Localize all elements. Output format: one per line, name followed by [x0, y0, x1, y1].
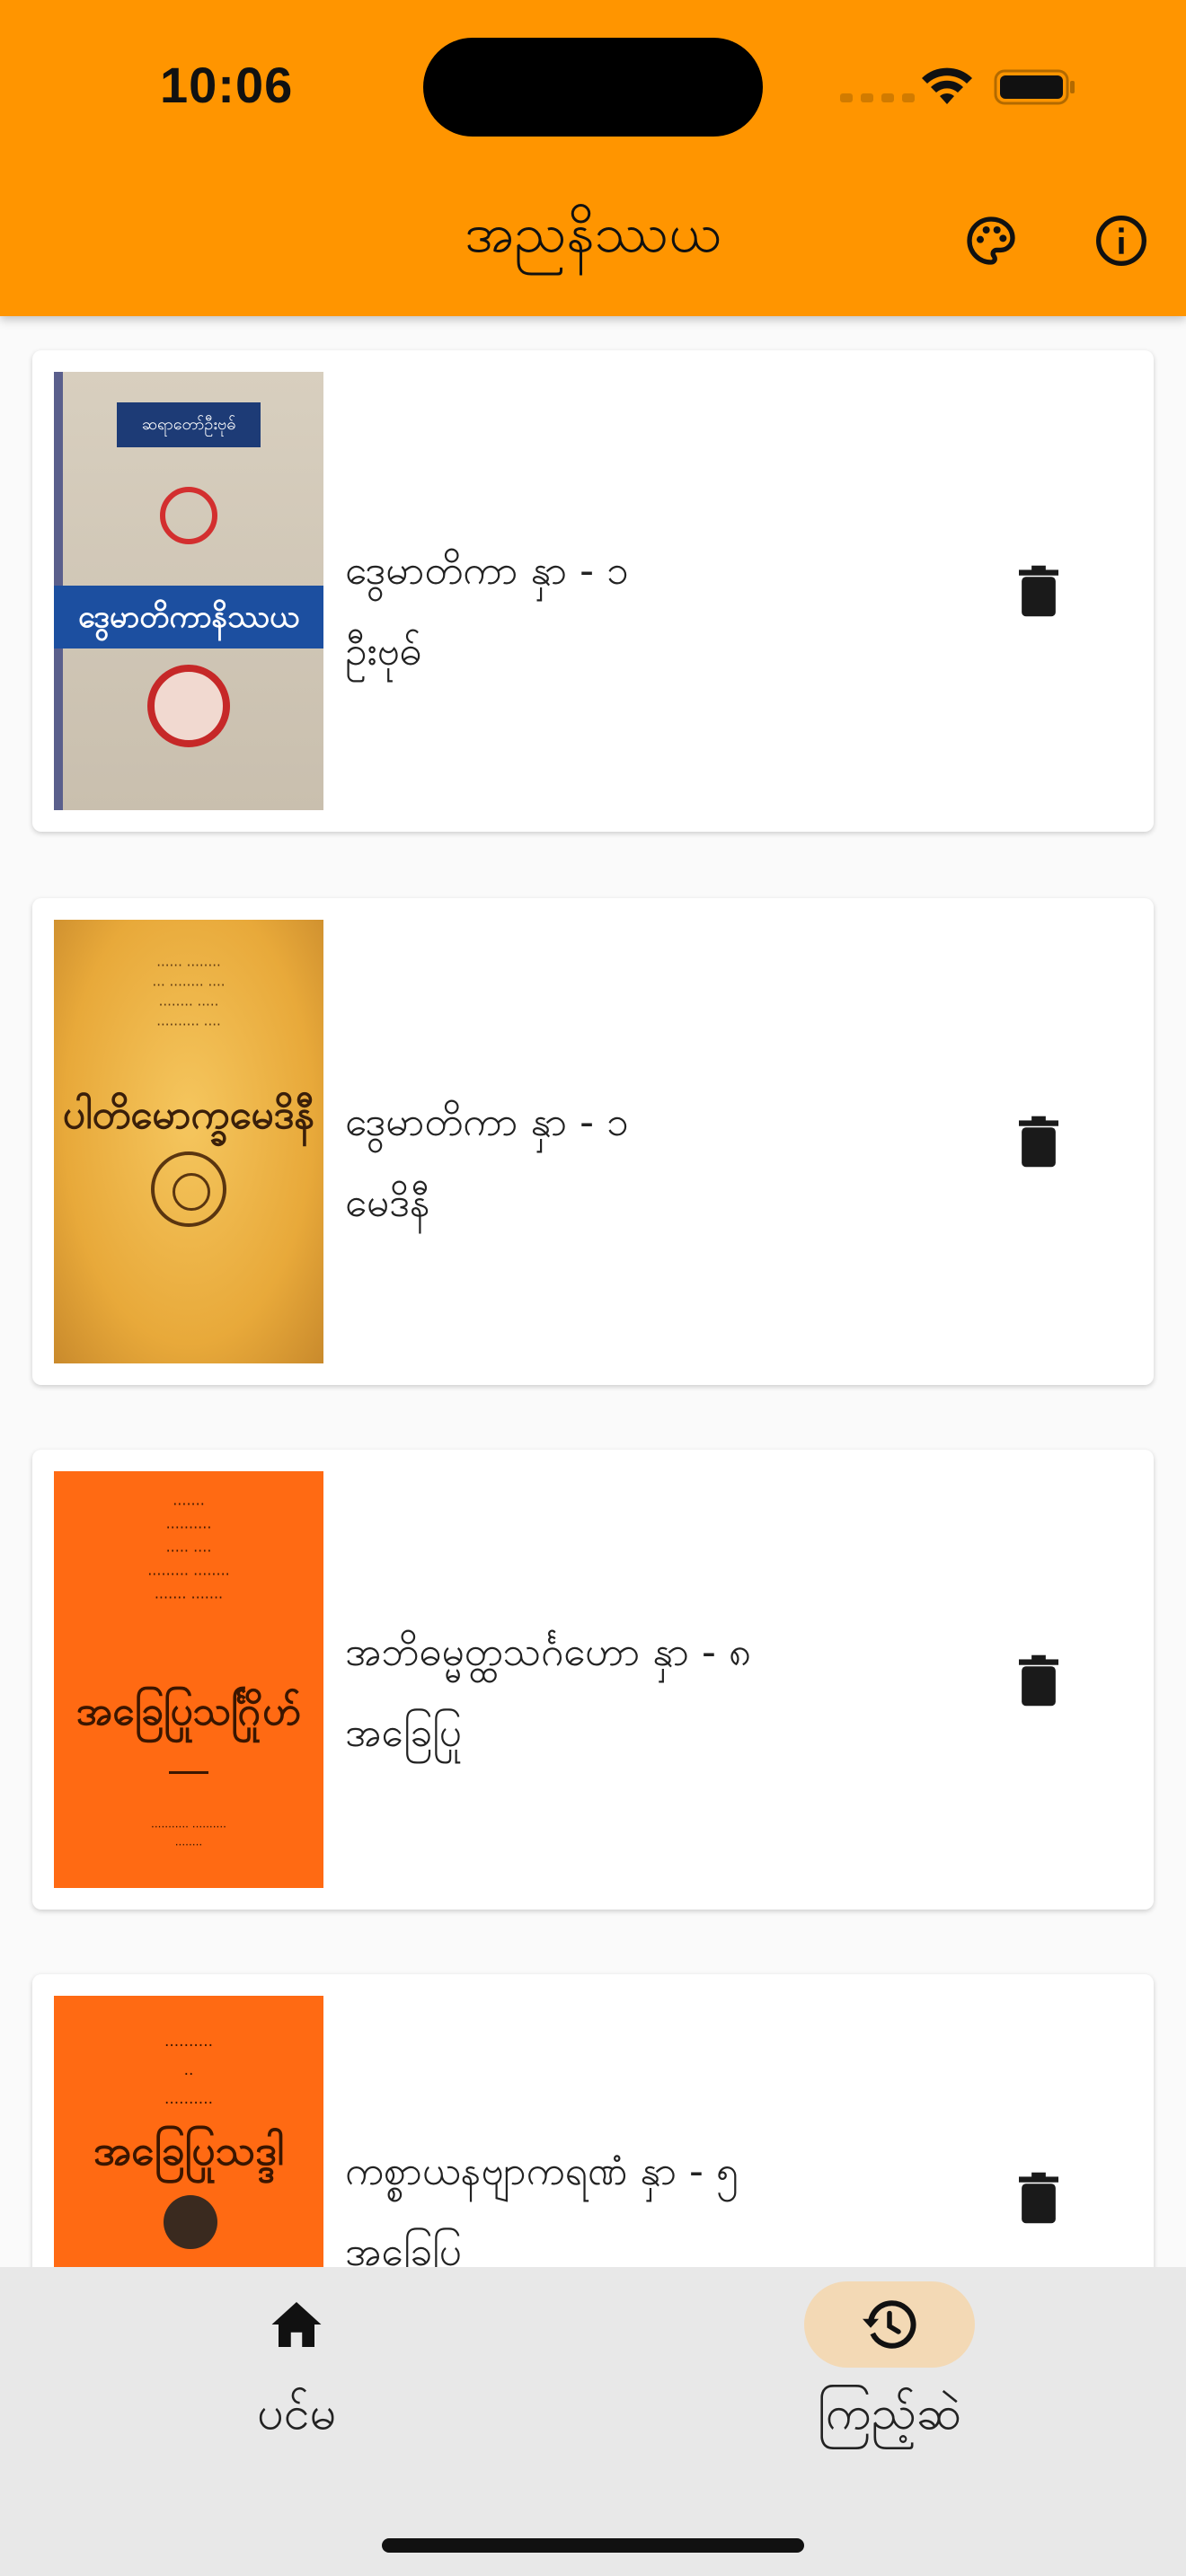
delete-button[interactable] — [1013, 1651, 1064, 1710]
theme-palette-button[interactable] — [959, 208, 1023, 273]
nav-home-icon-container — [211, 2281, 382, 2368]
signal-icon — [840, 93, 915, 102]
palette-icon — [967, 216, 1015, 265]
delete-button[interactable] — [1013, 2168, 1064, 2228]
trash-icon — [1019, 1116, 1058, 1168]
book-author: အခြေပြု — [345, 2229, 462, 2267]
book-card[interactable]: ·········· ·· ·········· အခြေပြုသဒ္ဒါ ကစ္စ… — [32, 1974, 1154, 2267]
nav-history-label: ကြည့်ဆဲ — [817, 2386, 962, 2440]
delete-button[interactable] — [1013, 561, 1064, 621]
wifi-icon — [922, 67, 972, 104]
home-icon — [271, 2302, 322, 2347]
nav-home-label: ပင်မ — [256, 2386, 337, 2440]
trash-icon — [1019, 2172, 1058, 2224]
history-icon — [863, 2300, 916, 2349]
trash-icon — [1019, 565, 1058, 617]
book-title: ကစ္စာယနဗျာကရဏံ နှာ - ၅ — [345, 2148, 739, 2194]
book-author: အခြေပြု — [345, 1710, 462, 1756]
nav-tab-home[interactable]: ပင်မ — [162, 2267, 431, 2465]
book-info: ဒွေမာတိကာ နှာ - ၁ ဦးဗုဓ် — [345, 544, 629, 679]
book-title: အဘိဓမ္မတ္ထသင်္ဂဟော နှာ - ၈ — [345, 1629, 751, 1675]
book-card[interactable]: ······· ·········· ····· ···· ········· ···… — [32, 1450, 1154, 1910]
book-author: မေဒိနီ — [345, 1180, 430, 1226]
info-button[interactable] — [1089, 208, 1154, 273]
app-header: 10:06 အညနိဿယ — [0, 0, 1186, 316]
book-card[interactable]: ······ ········ ··· ········ ···· ········… — [32, 898, 1154, 1385]
book-cover-image: ဆရာတော်ဦးဗုဓ် ဒွေမာတိကာနိဿယ — [54, 372, 323, 810]
nav-active-indicator — [804, 2281, 975, 2368]
dynamic-island — [423, 38, 763, 137]
home-indicator[interactable] — [382, 2538, 804, 2553]
app-root: 10:06 အညနိဿယ ဆရာတော်ဦးဗုဓ် ဒွေမာတိကာနိဿယ… — [0, 0, 1186, 2576]
book-cover-image: ·········· ·· ·········· အခြေပြုသဒ္ဒါ — [54, 1996, 323, 2267]
delete-button[interactable] — [1013, 1112, 1064, 1171]
book-author: ဦးဗုဓ် — [345, 629, 422, 675]
book-info: ဒွေမာတိကာ နှာ - ၁ မေဒိနီ — [345, 1096, 629, 1231]
battery-icon — [994, 69, 1075, 105]
history-list: ဆရာတော်ဦးဗုဓ် ဒွေမာတိကာနိဿယ ဒွေမာတိကာ နှ… — [0, 316, 1186, 2267]
info-icon — [1096, 216, 1146, 266]
bottom-navigation: ပင်မ ကြည့်ဆဲ — [0, 2267, 1186, 2576]
book-cover-image: ······ ········ ··· ········ ···· ········… — [54, 920, 323, 1363]
book-card[interactable]: ဆရာတော်ဦးဗုဓ် ဒွေမာတိကာနိဿယ ဒွေမာတိကာ နှ… — [32, 350, 1154, 832]
trash-icon — [1019, 1654, 1058, 1707]
book-info: ကစ္စာယနဗျာကရဏံ နှာ - ၅ အခြေပြု — [345, 2145, 739, 2267]
book-title: ဒွေမာတိကာ နှာ - ၁ — [345, 1099, 629, 1145]
book-title: ဒွေမာတိကာ နှာ - ၁ — [345, 548, 629, 594]
nav-tab-history[interactable]: ကြည့်ဆဲ — [755, 2267, 1024, 2465]
book-info: အဘိဓမ္မတ္ထသင်္ဂဟော နှာ - ၈ အခြေပြု — [345, 1626, 751, 1760]
status-time: 10:06 — [160, 57, 294, 113]
book-cover-image: ······· ·········· ····· ···· ········· ···… — [54, 1471, 323, 1888]
